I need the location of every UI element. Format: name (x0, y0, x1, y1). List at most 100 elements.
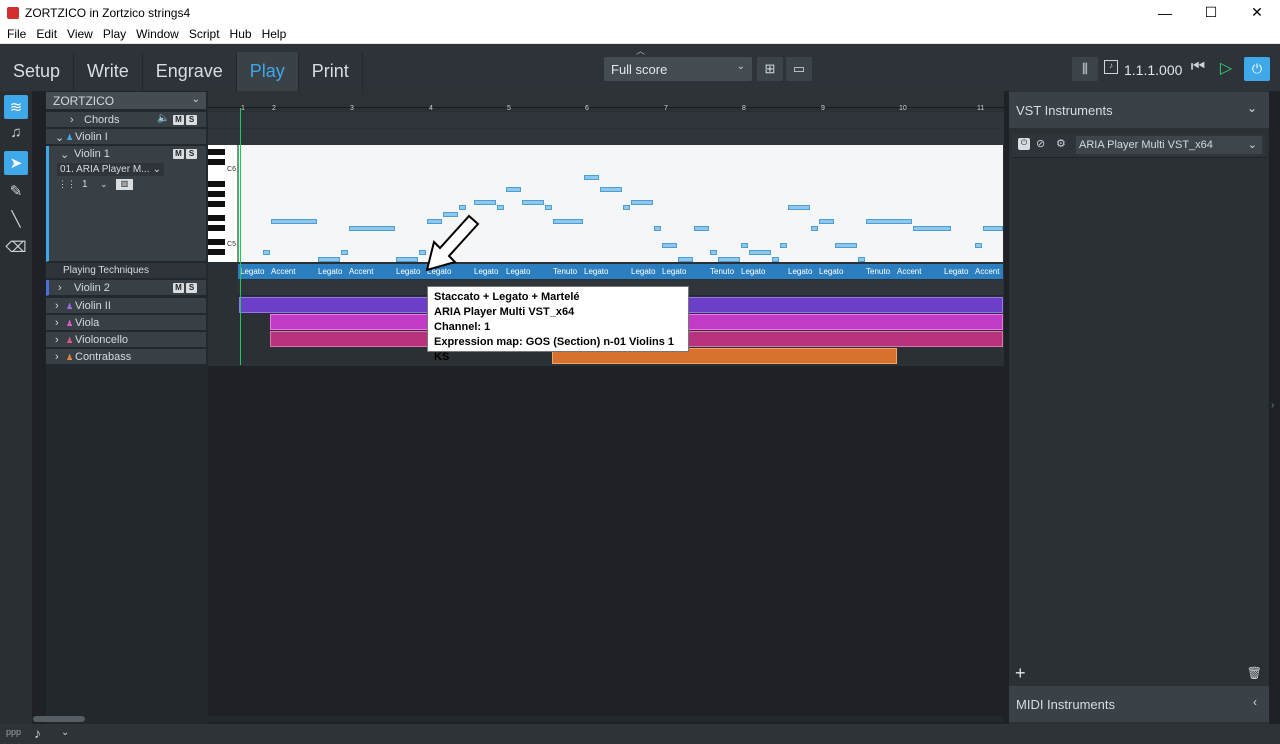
technique-label[interactable]: Accent (271, 267, 295, 276)
menu-view[interactable]: View (67, 27, 93, 41)
note[interactable] (710, 250, 717, 255)
piano-roll[interactable] (238, 145, 1003, 262)
vst-instruments-header[interactable]: VST Instruments ⌄ (1009, 92, 1269, 128)
mute-button[interactable]: M (173, 283, 184, 293)
note[interactable] (623, 205, 630, 210)
expand-chevron-icon[interactable]: › (70, 114, 74, 126)
technique-label[interactable]: Legato (741, 267, 765, 276)
note[interactable] (349, 226, 395, 231)
solo-button[interactable]: S (186, 283, 197, 293)
violin-i-lane[interactable] (208, 129, 1004, 145)
track-violin-i-group[interactable]: ⌄ ♟ Violin I (46, 129, 206, 145)
chevron-right-icon[interactable]: › (1271, 400, 1274, 411)
flow-select[interactable]: ZORTZICO ⌄ (46, 92, 206, 110)
vst-instrument-select[interactable]: ARIA Player Multi VST_x64 ⌄ (1076, 136, 1262, 154)
collapse-chevron-icon[interactable]: ⌄ (55, 131, 64, 144)
chevron-down-icon[interactable]: ⌄ (61, 727, 69, 738)
layout-select[interactable]: Full score ⌄ (604, 57, 752, 81)
technique-label[interactable]: Accent (897, 267, 921, 276)
piano-icon[interactable]: ▥ (116, 179, 133, 190)
power-icon[interactable]: ⏻ (1244, 57, 1270, 81)
note[interactable] (788, 205, 810, 210)
technique-label[interactable]: Legato (240, 267, 264, 276)
note-input-icon[interactable]: ♪ (34, 725, 41, 741)
note[interactable] (780, 243, 787, 248)
pencil-icon[interactable]: ✎ (4, 179, 28, 203)
expand-chevron-icon[interactable]: › (55, 300, 59, 312)
technique-label[interactable]: Tenuto (866, 267, 890, 276)
piano-keyboard[interactable]: C6 C5 (208, 145, 238, 262)
note[interactable] (474, 200, 496, 205)
expand-chevron-icon[interactable]: › (58, 282, 62, 294)
note[interactable] (662, 243, 677, 248)
black-key[interactable] (208, 249, 225, 255)
black-key[interactable] (208, 239, 225, 245)
tab-print[interactable]: Print (299, 52, 363, 91)
playing-techniques-lane[interactable]: Legato Accent Legato Accent Legato Legat… (238, 264, 1003, 279)
mixer-icon[interactable]: ⫼ (1072, 57, 1098, 81)
technique-label[interactable]: Legato (318, 267, 342, 276)
menu-play[interactable]: Play (103, 27, 126, 41)
line-tool-icon[interactable]: ╲ (4, 207, 28, 231)
select-arrow-icon[interactable]: ➤ (4, 151, 28, 175)
menu-help[interactable]: Help (262, 27, 287, 41)
technique-label[interactable]: Tenuto (553, 267, 577, 276)
page-view-icon[interactable]: ▭ (786, 57, 812, 81)
note[interactable] (975, 243, 982, 248)
note[interactable] (263, 250, 270, 255)
menu-script[interactable]: Script (189, 27, 220, 41)
music-note-icon[interactable]: ♫ (4, 120, 28, 144)
solo-button[interactable]: S (186, 115, 197, 125)
track-violin-1[interactable]: ⌄ Violin 1 M S 01. ARIA Player M... ⌄ ⋮⋮… (46, 146, 206, 262)
tempo-mode-icon[interactable]: ♪ (1104, 60, 1118, 74)
note[interactable] (396, 257, 418, 262)
note[interactable] (654, 226, 661, 231)
technique-label[interactable]: Tenuto (710, 267, 734, 276)
menu-file[interactable]: File (7, 27, 26, 41)
add-instrument-button[interactable]: + (1015, 663, 1026, 684)
note[interactable] (678, 257, 693, 262)
eraser-icon[interactable]: ⌫ (4, 235, 28, 259)
note[interactable] (983, 226, 1003, 231)
note[interactable] (341, 250, 348, 255)
note[interactable] (694, 226, 709, 231)
note[interactable] (866, 219, 912, 224)
maximize-button[interactable]: ☐ (1188, 0, 1234, 25)
track-violin-2[interactable]: › Violin 2 M S (46, 280, 206, 296)
expand-chevron-icon[interactable]: › (55, 351, 59, 363)
chords-lane[interactable] (208, 112, 1004, 128)
horizontal-scrollbar[interactable] (33, 716, 1003, 722)
note[interactable] (913, 226, 951, 231)
technique-label[interactable]: Accent (349, 267, 373, 276)
collapse-up-icon[interactable]: ︿ (636, 44, 645, 57)
ppp-icon[interactable]: ppp (6, 727, 21, 737)
technique-label[interactable]: Legato (584, 267, 608, 276)
black-key[interactable] (208, 201, 225, 207)
menu-hub[interactable]: Hub (230, 27, 252, 41)
galley-view-icon[interactable]: ⊞ (757, 57, 783, 81)
endpoint-select[interactable]: 01. ARIA Player M... ⌄ (57, 163, 164, 176)
note[interactable] (271, 219, 317, 224)
minimize-button[interactable]: — (1142, 0, 1188, 25)
expand-chevron-icon[interactable]: › (55, 334, 59, 346)
playhead[interactable] (238, 145, 239, 262)
vst-instrument-row[interactable]: ⏻ ⊘ ⚙ ARIA Player Multi VST_x64 ⌄ (1012, 134, 1266, 158)
note[interactable] (600, 187, 622, 192)
menu-edit[interactable]: Edit (36, 27, 57, 41)
channel-value[interactable]: 1 (82, 179, 88, 190)
track-chords[interactable]: › Chords 🔈 M S (46, 112, 206, 128)
note[interactable] (772, 257, 779, 262)
scrollbar-thumb[interactable] (33, 716, 85, 722)
note[interactable] (718, 257, 740, 262)
play-icon[interactable]: ▷ (1214, 58, 1238, 82)
menu-window[interactable]: Window (136, 27, 179, 41)
mute-button[interactable]: M (173, 149, 184, 159)
note[interactable] (318, 257, 340, 262)
rewind-icon[interactable]: ⏮ (1186, 58, 1210, 82)
tab-engrave[interactable]: Engrave (143, 52, 237, 91)
mute-button[interactable]: M (173, 115, 184, 125)
collapse-chevron-icon[interactable]: ⌄ (60, 148, 69, 161)
note[interactable] (459, 205, 466, 210)
solo-button[interactable]: S (186, 149, 197, 159)
technique-label[interactable]: Legato (788, 267, 812, 276)
